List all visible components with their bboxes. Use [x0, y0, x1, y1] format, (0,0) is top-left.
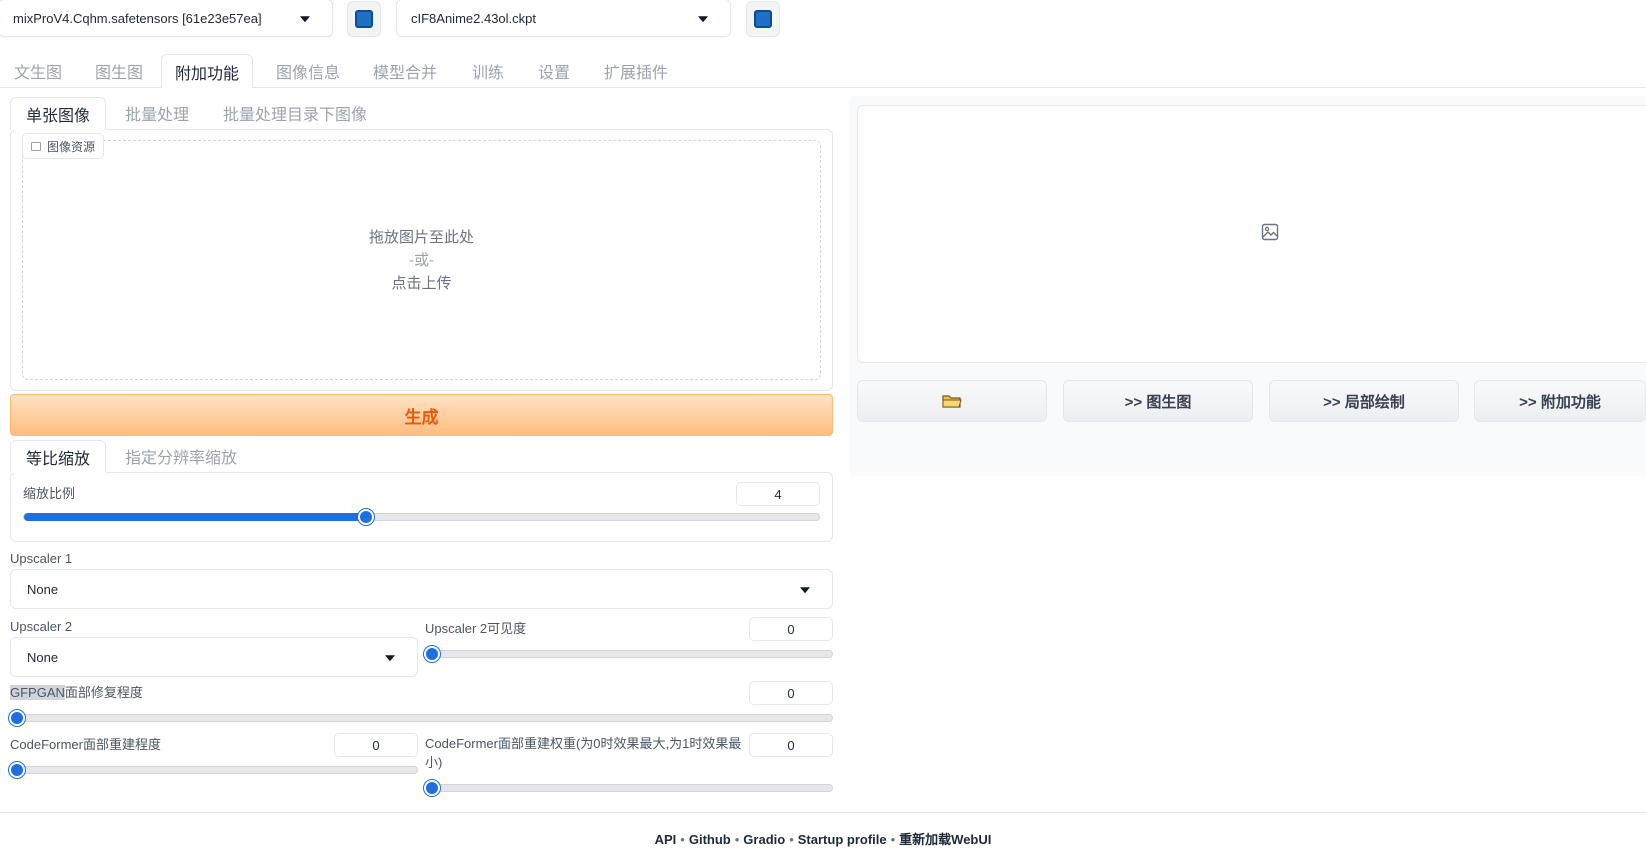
codeformer-weight-input[interactable]: 0: [749, 733, 833, 757]
main-tab-bar: 文生图 图生图 附加功能 图像信息 模型合并 训练 设置 扩展插件: [0, 54, 1646, 89]
image-icon: [31, 141, 41, 151]
chevron-down-icon: [800, 587, 810, 594]
drop-line-2: -或-: [409, 251, 434, 269]
send-to-extras-button[interactable]: >> 附加功能: [1474, 380, 1646, 422]
checkpoint-value: mixProV4.Cqhm.safetensors [61e23e57ea]: [13, 10, 262, 26]
tab-png-info[interactable]: 图像信息: [263, 54, 353, 88]
tab-txt2img[interactable]: 文生图: [1, 54, 75, 88]
footer-link-startup-profile[interactable]: Startup profile: [798, 832, 887, 847]
subtab-scale-by[interactable]: 等比缩放: [10, 440, 107, 473]
upscaler2-label: Upscaler 2: [10, 619, 73, 634]
codeformer-weight-thumb[interactable]: [424, 780, 440, 796]
checkpoint-refresh-button[interactable]: [347, 1, 381, 37]
subtab-scale-to[interactable]: 指定分辨率缩放: [110, 440, 252, 472]
scale-panel: [10, 472, 833, 542]
upscaler1-label: Upscaler 1: [10, 551, 73, 566]
scale-slider[interactable]: [23, 509, 820, 525]
checkpoint-select[interactable]: mixProV4.Cqhm.safetensors [61e23e57ea]: [0, 0, 333, 37]
footer: API • Github • Gradio • Startup profile • 重新加载We…: [654, 832, 992, 847]
scale-slider-fill: [24, 513, 366, 521]
gfpgan-label: GFPGAN面部修复程度: [10, 682, 143, 701]
vae-value: cIF8Anime2.43ol.ckpt: [411, 10, 537, 26]
output-image-box: [857, 105, 1646, 363]
tab-train[interactable]: 训练: [459, 54, 517, 88]
scale-slider-thumb[interactable]: [357, 509, 374, 525]
vae-refresh-button[interactable]: [746, 1, 780, 37]
footer-link-github[interactable]: Github: [689, 832, 731, 847]
upscaler2-visibility-thumb[interactable]: [424, 646, 440, 662]
refresh-icon: [754, 10, 772, 28]
chevron-down-icon: [385, 655, 395, 662]
vae-select[interactable]: cIF8Anime2.43ol.ckpt: [396, 0, 731, 37]
subtab-batch-directory[interactable]: 批量处理目录下图像: [208, 97, 382, 129]
tab-extras[interactable]: 附加功能: [161, 54, 254, 89]
gfpgan-label-prefix: GFPGAN: [10, 685, 65, 700]
codeformer-visibility-slider[interactable]: [9, 762, 418, 778]
footer-link-gradio[interactable]: Gradio: [743, 832, 785, 847]
refresh-icon: [355, 10, 373, 28]
upscaler1-select[interactable]: None: [10, 569, 833, 609]
image-source-label: 图像资源: [22, 133, 105, 159]
codeformer-weight-slider[interactable]: [424, 780, 833, 796]
gfpgan-label-suffix: 面部修复程度: [64, 685, 143, 700]
image-drop-zone[interactable]: 拖放图片至此处 -或- 点击上传: [22, 140, 821, 380]
send-to-inpaint-button[interactable]: >> 局部绘制: [1269, 380, 1459, 422]
codeformer-visibility-label: CodeFormer面部重建程度: [10, 737, 161, 752]
generate-button[interactable]: 生成: [10, 394, 833, 436]
gfpgan-input[interactable]: 0: [749, 681, 833, 705]
upscaler1-value: None: [27, 581, 59, 597]
image-placeholder-icon: [1261, 223, 1279, 241]
gfpgan-slider-thumb[interactable]: [9, 710, 25, 726]
send-to-img2img-button[interactable]: >> 图生图: [1063, 380, 1253, 422]
codeformer-visibility-input[interactable]: 0: [334, 733, 418, 757]
codeformer-visibility-thumb[interactable]: [9, 762, 25, 778]
subtab-single-image[interactable]: 单张图像: [10, 97, 107, 130]
subtab-batch-process[interactable]: 批量处理: [110, 97, 204, 129]
folder-icon: [942, 395, 962, 408]
scale-label: 缩放比例: [23, 486, 76, 501]
scale-input[interactable]: 4: [736, 482, 820, 506]
upscaler2-value: None: [27, 649, 59, 665]
tab-extensions[interactable]: 扩展插件: [591, 54, 681, 88]
codeformer-weight-label: CodeFormer面部重建权重(为0时效果最大,为1时效果最小): [425, 736, 742, 770]
upscaler2-visibility-label: Upscaler 2可见度: [425, 621, 527, 636]
chevron-down-icon: [300, 16, 310, 23]
upscaler2-visibility-slider[interactable]: [424, 646, 833, 662]
tab-settings[interactable]: 设置: [525, 54, 583, 88]
footer-link-api[interactable]: API: [655, 832, 677, 847]
drop-line-1: 拖放图片至此处: [368, 228, 474, 246]
upscaler2-visibility-input[interactable]: 0: [749, 617, 833, 641]
tab-img2img[interactable]: 图生图: [82, 54, 156, 88]
tab-merge[interactable]: 模型合并: [360, 54, 450, 88]
footer-link-reload-ui[interactable]: 重新加载WebUI: [899, 832, 991, 847]
gfpgan-slider[interactable]: [9, 710, 833, 726]
drop-line-3: 点击上传: [391, 274, 452, 292]
open-folder-button[interactable]: [857, 380, 1047, 422]
footer-divider: [0, 812, 1646, 813]
chevron-down-icon: [698, 16, 708, 23]
upscaler2-select[interactable]: None: [10, 637, 418, 677]
